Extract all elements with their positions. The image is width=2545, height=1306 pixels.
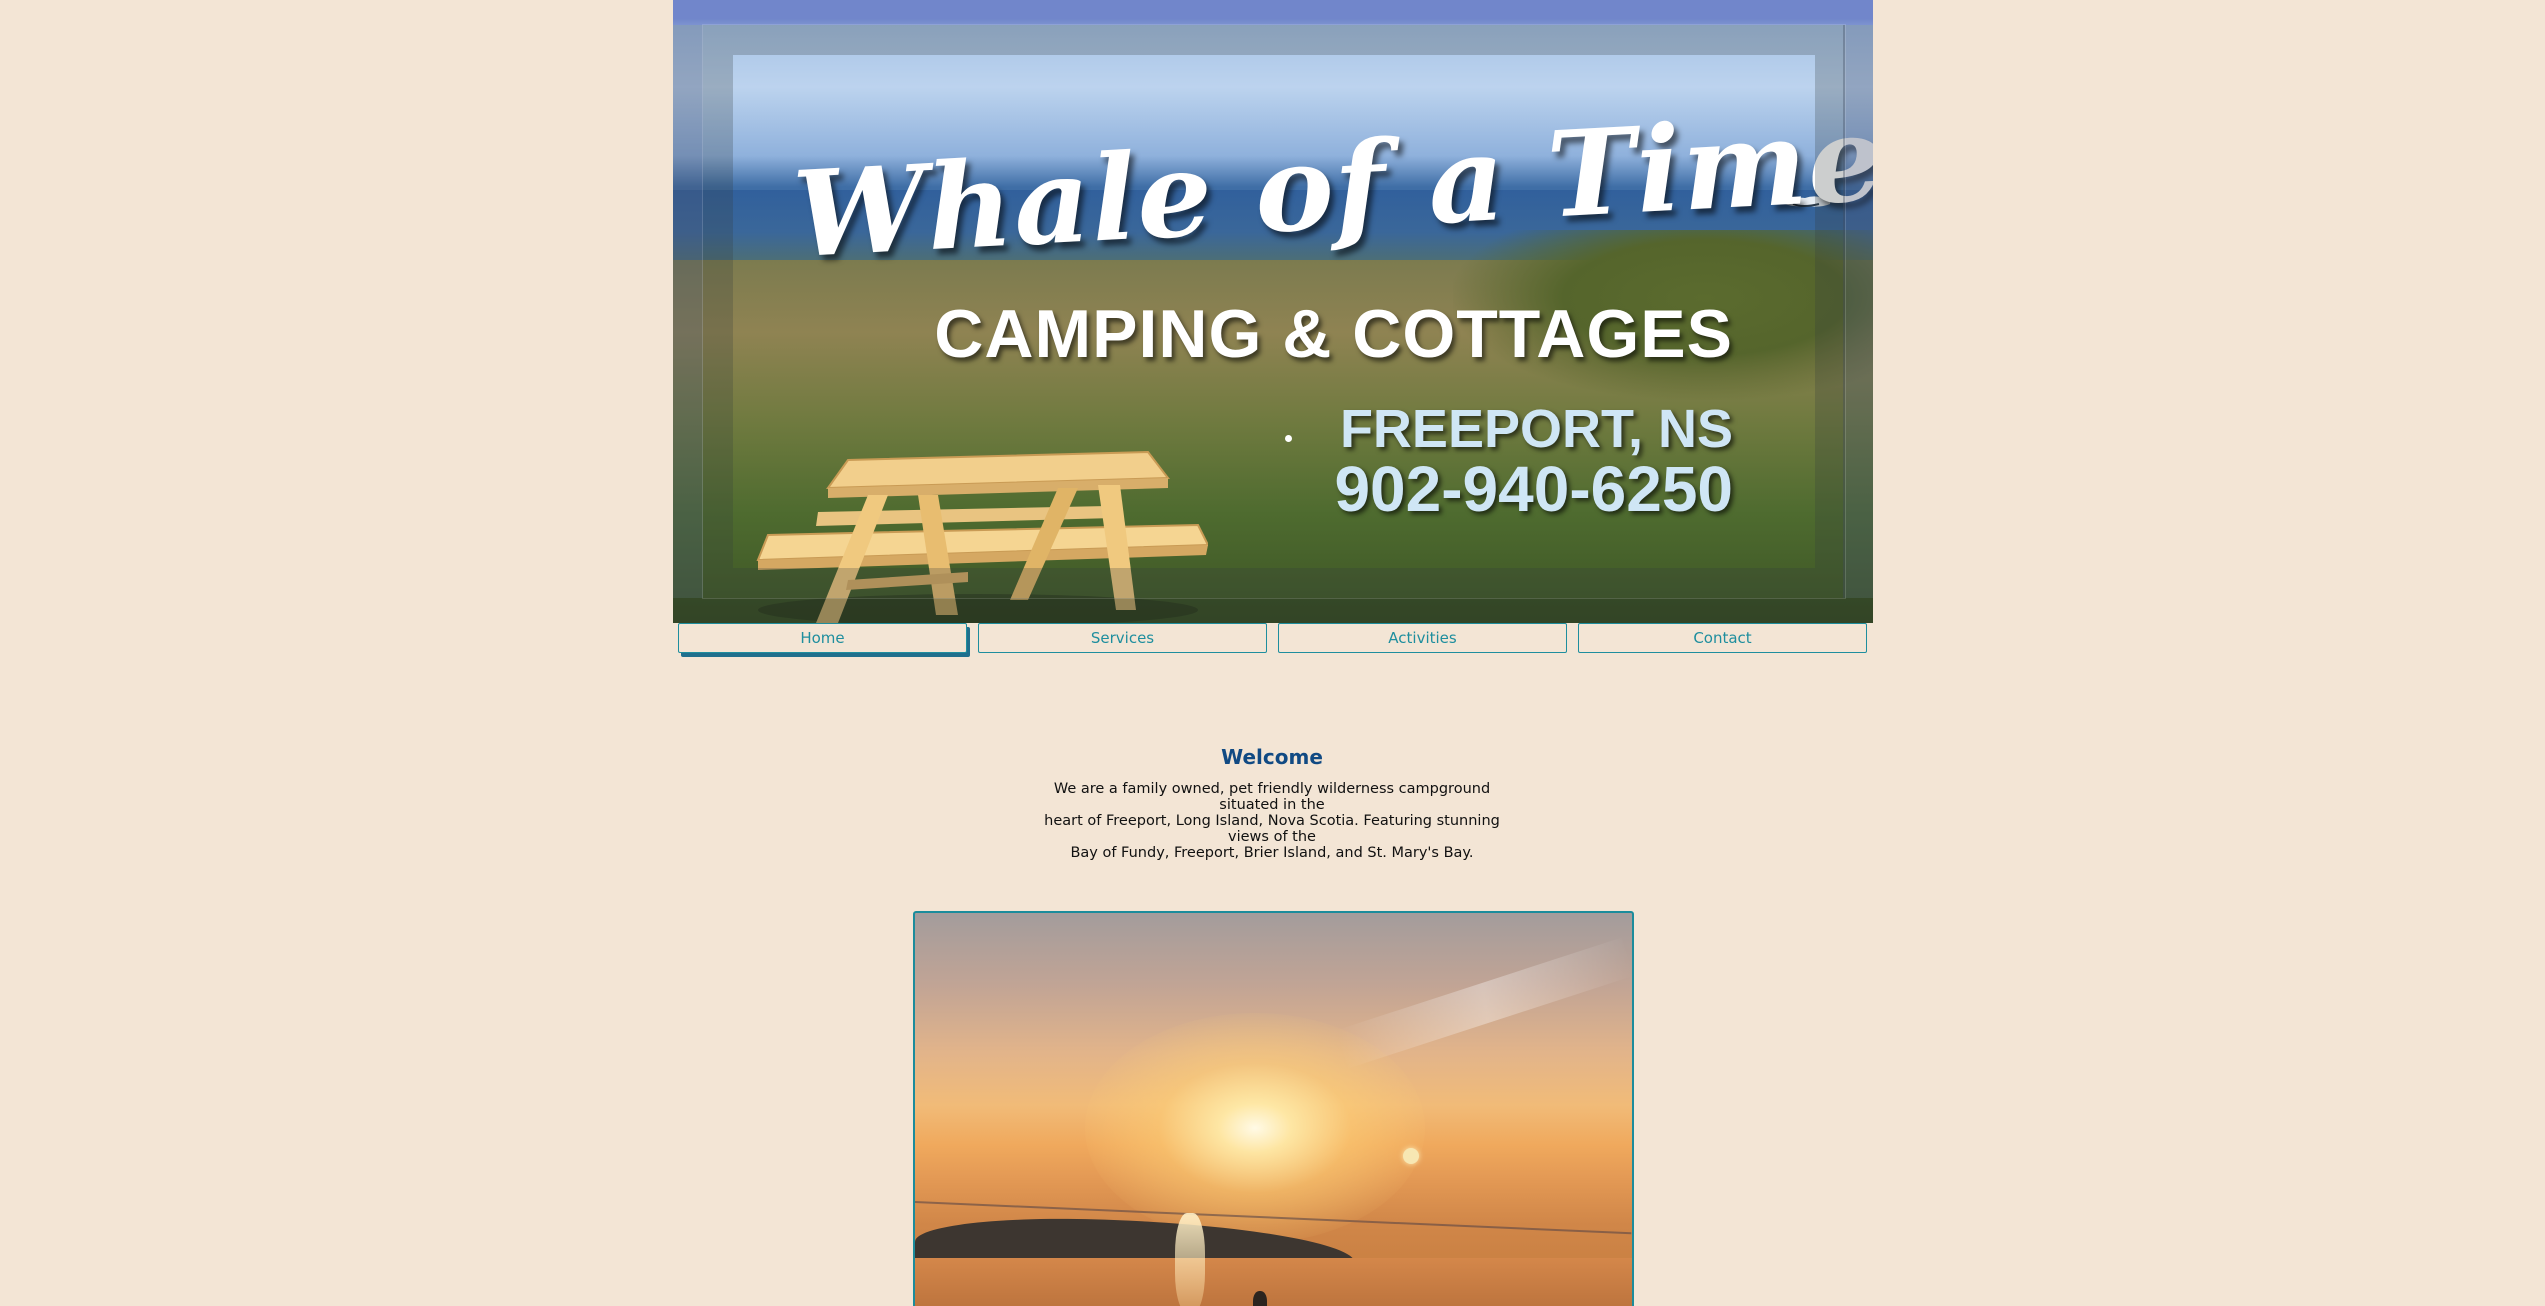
photo-sun-reflection: [1175, 1213, 1205, 1306]
sunset-photo: [913, 911, 1634, 1306]
page: Whale of a Time CAMPING & COTTAGES FREEP…: [0, 0, 2545, 1306]
photo-water: [915, 1258, 1632, 1306]
welcome-heading: Welcome: [1221, 745, 1323, 769]
banner-phone: 902-940-6250: [1334, 453, 1733, 525]
banner-location: FREEPORT, NS: [1339, 399, 1733, 459]
banner-frame: [1843, 25, 1873, 598]
banner-frame: [673, 25, 703, 598]
nav-contact[interactable]: Contact: [1578, 623, 1867, 653]
photo-moon: [1403, 1148, 1419, 1164]
nav-services[interactable]: Services: [978, 623, 1267, 653]
nav-activities[interactable]: Activities: [1278, 623, 1567, 653]
bullet-dot: [1285, 435, 1292, 442]
banner-frame: [673, 0, 1873, 25]
welcome-text-line: We are a family owned, pet friendly wild…: [1053, 781, 1491, 813]
welcome-text: We are a family owned, pet friendly wild…: [1022, 781, 1522, 861]
photo-cloud: [1336, 937, 1632, 1069]
header-banner: Whale of a Time CAMPING & COTTAGES FREEP…: [673, 0, 1873, 623]
welcome-text-line: heart of Freeport, Long Island, Nova Sco…: [1044, 813, 1500, 845]
picnic-table-icon: [756, 450, 1208, 623]
welcome-text-line: Bay of Fundy, Freeport, Brier Island, an…: [1070, 845, 1474, 861]
photo-figure: [1253, 1291, 1267, 1306]
main-nav: Home Services Activities Contact: [678, 623, 1868, 653]
banner-frame: [673, 598, 1873, 623]
banner-subtitle: CAMPING & COTTAGES: [934, 296, 1733, 372]
nav-home[interactable]: Home: [678, 623, 967, 653]
photo-sun: [1085, 1013, 1425, 1243]
